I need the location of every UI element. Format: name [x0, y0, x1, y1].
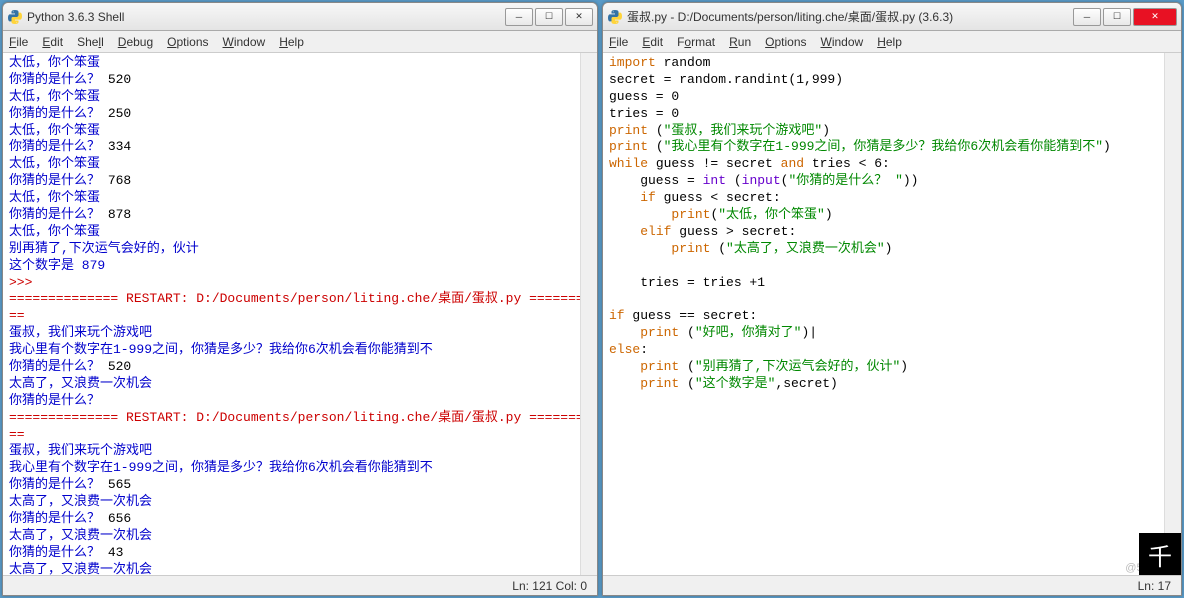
shell-scrollbar[interactable] [580, 53, 597, 575]
minimize-button[interactable]: ─ [1073, 8, 1101, 26]
shell-line: 太低，你个笨蛋 [9, 123, 591, 140]
code-line: guess = int (input("你猜的是什么？ ")) [609, 173, 1175, 190]
code-line: else: [609, 342, 1175, 359]
menu-window[interactable]: Window [821, 35, 864, 49]
menu-window[interactable]: Window [223, 35, 266, 49]
close-button[interactable]: ✕ [565, 8, 593, 26]
menu-file[interactable]: File [609, 35, 628, 49]
overlay-thumbnail: 千 [1139, 533, 1181, 575]
shell-line: 蛋叔，我们来玩个游戏吧 [9, 443, 591, 460]
menu-edit[interactable]: Edit [42, 35, 63, 49]
shell-line: 我心里有个数字在1-999之间，你猜是多少？我给你6次机会看你能猜到不 [9, 342, 591, 359]
shell-line: ============== RESTART: D:/Documents/per… [9, 291, 591, 308]
editor-menubar: File Edit Format Run Options Window Help [603, 31, 1181, 53]
shell-output[interactable]: 太低，你个笨蛋你猜的是什么？ 520太低，你个笨蛋你猜的是什么？ 250太低，你… [3, 53, 597, 575]
editor-status-text: Ln: 17 [1138, 579, 1171, 593]
menu-help[interactable]: Help [877, 35, 902, 49]
shell-line: 太低，你个笨蛋 [9, 55, 591, 72]
code-line: elif guess > secret: [609, 224, 1175, 241]
code-line: print("太低，你个笨蛋") [609, 207, 1175, 224]
shell-window-controls: ─ ☐ ✕ [503, 8, 593, 26]
shell-status-text: Ln: 121 Col: 0 [512, 579, 587, 593]
shell-title: Python 3.6.3 Shell [27, 10, 503, 24]
menu-shell[interactable]: Shell [77, 35, 104, 49]
shell-line: 你猜的是什么？ 768 [9, 173, 591, 190]
code-line [609, 291, 1175, 308]
shell-line: 太高了，又浪费一次机会 [9, 494, 591, 511]
code-line: tries = 0 [609, 106, 1175, 123]
shell-line: 这个数字是 879 [9, 258, 591, 275]
maximize-button[interactable]: ☐ [535, 8, 563, 26]
shell-line: 蛋叔，我们来玩个游戏吧 [9, 325, 591, 342]
shell-line: 太低，你个笨蛋 [9, 190, 591, 207]
code-line: secret = random.randint(1,999) [609, 72, 1175, 89]
code-line: if guess == secret: [609, 308, 1175, 325]
shell-menubar: File Edit Shell Debug Options Window Hel… [3, 31, 597, 53]
code-line: import random [609, 55, 1175, 72]
shell-line: 你猜的是什么？ 565 [9, 477, 591, 494]
shell-statusbar: Ln: 121 Col: 0 [3, 575, 597, 595]
code-line: print ("好吧，你猜对了")| [609, 325, 1175, 342]
shell-line: 你猜的是什么？ 520 [9, 72, 591, 89]
menu-format[interactable]: Format [677, 35, 715, 49]
shell-window: Python 3.6.3 Shell ─ ☐ ✕ File Edit Shell… [2, 2, 598, 596]
editor-scrollbar[interactable] [1164, 53, 1181, 575]
editor-window: 蛋叔.py - D:/Documents/person/liting.che/桌… [602, 2, 1182, 596]
menu-options[interactable]: Options [167, 35, 208, 49]
shell-line: 太低，你个笨蛋 [9, 224, 591, 241]
menu-edit[interactable]: Edit [642, 35, 663, 49]
shell-line: 你猜的是什么？ 878 [9, 207, 591, 224]
code-line: print ("别再猜了,下次运气会好的，伙计") [609, 359, 1175, 376]
maximize-button[interactable]: ☐ [1103, 8, 1131, 26]
shell-line: 太高了，又浪费一次机会 [9, 376, 591, 393]
editor-title: 蛋叔.py - D:/Documents/person/liting.che/桌… [627, 8, 1071, 25]
menu-file[interactable]: File [9, 35, 28, 49]
shell-line: == [9, 308, 591, 325]
code-line: print ("我心里有个数字在1-999之间，你猜是多少？我给你6次机会看你能… [609, 139, 1175, 156]
shell-line: 你猜的是什么？ 43 [9, 545, 591, 562]
shell-line: ============== RESTART: D:/Documents/per… [9, 410, 591, 427]
menu-debug[interactable]: Debug [118, 35, 153, 49]
python-icon [7, 9, 23, 25]
code-line: while guess != secret and tries < 6: [609, 156, 1175, 173]
shell-line: 我心里有个数字在1-999之间，你猜是多少？我给你6次机会看你能猜到不 [9, 460, 591, 477]
menu-run[interactable]: Run [729, 35, 751, 49]
menu-options[interactable]: Options [765, 35, 806, 49]
code-line: guess = 0 [609, 89, 1175, 106]
python-icon [607, 9, 623, 25]
minimize-button[interactable]: ─ [505, 8, 533, 26]
code-line: print ("蛋叔，我们来玩个游戏吧") [609, 123, 1175, 140]
shell-line: 你猜的是什么？ 656 [9, 511, 591, 528]
editor-code[interactable]: import randomsecret = random.randint(1,9… [603, 53, 1181, 575]
code-line: if guess < secret: [609, 190, 1175, 207]
editor-statusbar: Ln: 17 [603, 575, 1181, 595]
shell-line: 太高了，又浪费一次机会 [9, 562, 591, 575]
code-line: print ("这个数字是",secret) [609, 376, 1175, 393]
shell-line: 你猜的是什么？ 250 [9, 106, 591, 123]
code-line: print ("太高了，又浪费一次机会") [609, 241, 1175, 258]
shell-line: 你猜的是什么？ 334 [9, 139, 591, 156]
shell-line: 你猜的是什么？ 520 [9, 359, 591, 376]
shell-line: 太低，你个笨蛋 [9, 89, 591, 106]
shell-line: 你猜的是什么？ [9, 393, 591, 410]
editor-window-controls: ─ ☐ ✕ [1071, 8, 1177, 26]
shell-titlebar[interactable]: Python 3.6.3 Shell ─ ☐ ✕ [3, 3, 597, 31]
shell-line: 别再猜了,下次运气会好的，伙计 [9, 241, 591, 258]
code-line [609, 258, 1175, 275]
shell-line: == [9, 427, 591, 444]
close-button[interactable]: ✕ [1133, 8, 1177, 26]
editor-titlebar[interactable]: 蛋叔.py - D:/Documents/person/liting.che/桌… [603, 3, 1181, 31]
shell-line: 太低，你个笨蛋 [9, 156, 591, 173]
code-line: tries = tries +1 [609, 275, 1175, 292]
shell-line: >>> [9, 275, 591, 292]
menu-help[interactable]: Help [279, 35, 304, 49]
shell-line: 太高了，又浪费一次机会 [9, 528, 591, 545]
